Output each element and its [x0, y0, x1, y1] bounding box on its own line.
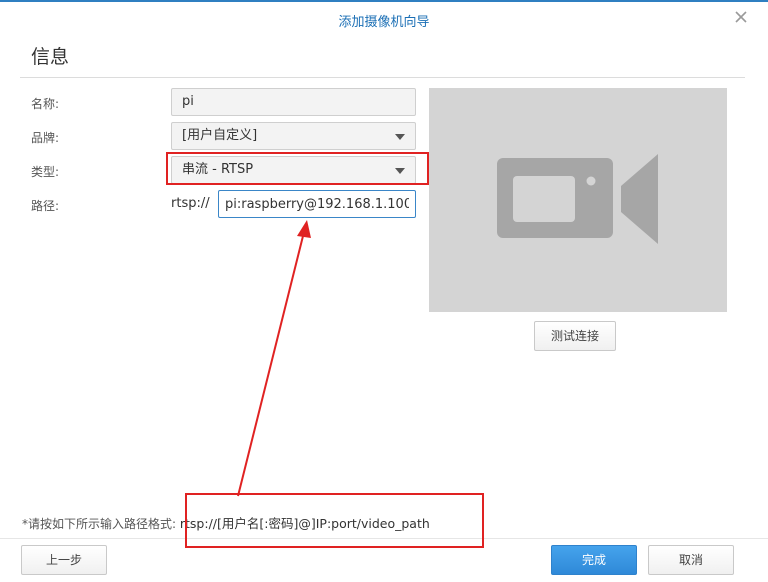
path-prefix: rtsp:// — [171, 196, 210, 211]
finish-button[interactable]: 完成 — [551, 545, 637, 575]
dialog-title: 添加摄像机向导 — [338, 15, 430, 30]
type-label: 类型: — [31, 165, 60, 179]
chevron-down-icon — [395, 134, 405, 140]
name-label: 名称: — [31, 97, 60, 111]
name-input[interactable]: pi — [171, 88, 416, 116]
chevron-down-icon — [395, 168, 405, 174]
cancel-button[interactable]: 取消 — [648, 545, 734, 575]
path-label: 路径: — [31, 199, 60, 213]
brand-label: 品牌: — [31, 131, 60, 145]
name-value: pi — [182, 94, 194, 109]
brand-select[interactable]: [用户自定义] — [171, 122, 416, 150]
path-format-hint: *请按如下所示输入路径格式: rtsp://[用户名[:密码]@]IP:port… — [22, 513, 430, 532]
test-connection-button[interactable]: 测试连接 — [534, 321, 616, 351]
type-value: 串流 - RTSP — [182, 162, 254, 177]
section-divider — [20, 77, 745, 78]
dialog-titlebar: 添加摄像机向导 — [0, 2, 768, 36]
footer-divider — [0, 538, 768, 539]
hint-format: rtsp://[用户名[:密码]@]IP:port/video_path — [179, 516, 430, 531]
section-title: 信息 — [31, 46, 70, 68]
back-button[interactable]: 上一步 — [21, 545, 107, 575]
camera-preview — [429, 88, 727, 312]
close-icon[interactable] — [732, 8, 750, 26]
hint-prefix: *请按如下所示输入路径格式: — [22, 517, 177, 531]
path-input[interactable] — [218, 190, 416, 218]
video-camera-icon — [497, 154, 658, 244]
brand-value: [用户自定义] — [182, 128, 258, 143]
type-select[interactable]: 串流 - RTSP — [171, 156, 416, 184]
